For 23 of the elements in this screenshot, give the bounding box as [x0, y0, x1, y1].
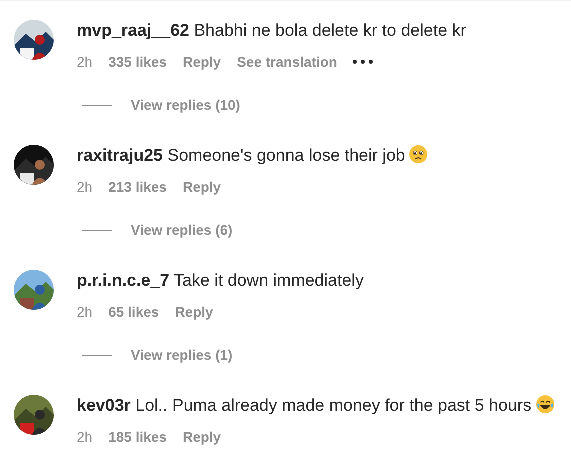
- likes-link[interactable]: 185 likes: [108, 426, 167, 448]
- reply-link[interactable]: Reply: [182, 176, 222, 198]
- more-options-icon[interactable]: [353, 60, 374, 64]
- likes-link[interactable]: 335 likes: [108, 51, 167, 73]
- sad-face-icon: [409, 145, 428, 164]
- likes-link[interactable]: 65 likes: [108, 301, 160, 323]
- translation-link[interactable]: See translation: [237, 51, 338, 73]
- comment-text: kev03r Lol.. Puma already made money for the past 5 hours: [77, 395, 555, 417]
- comment-time: 2h: [77, 428, 93, 447]
- comment-time: 2h: [77, 53, 93, 72]
- view-replies-link[interactable]: View replies (10): [131, 94, 240, 116]
- comment-text: raxitraju25 Someone's gonna lose their job: [77, 145, 428, 167]
- comment-text: mvp_raaj__62 Bhabhi ne bola delete kr to delete kr: [77, 20, 466, 42]
- reply-link[interactable]: Reply: [175, 301, 214, 323]
- reply-link[interactable]: Reply: [182, 426, 222, 448]
- comment-text: p.r.i.n.c.e_7 Take it down immediately: [77, 270, 364, 292]
- view-replies-link[interactable]: View replies (1): [131, 344, 233, 366]
- view-replies-link[interactable]: View replies (6): [131, 219, 233, 241]
- comment-time: 2h: [77, 303, 93, 322]
- likes-link[interactable]: 213 likes: [108, 176, 167, 198]
- comment-time: 2h: [77, 178, 93, 197]
- reply-link[interactable]: Reply: [182, 51, 222, 73]
- laughing-face-icon: [536, 395, 555, 414]
